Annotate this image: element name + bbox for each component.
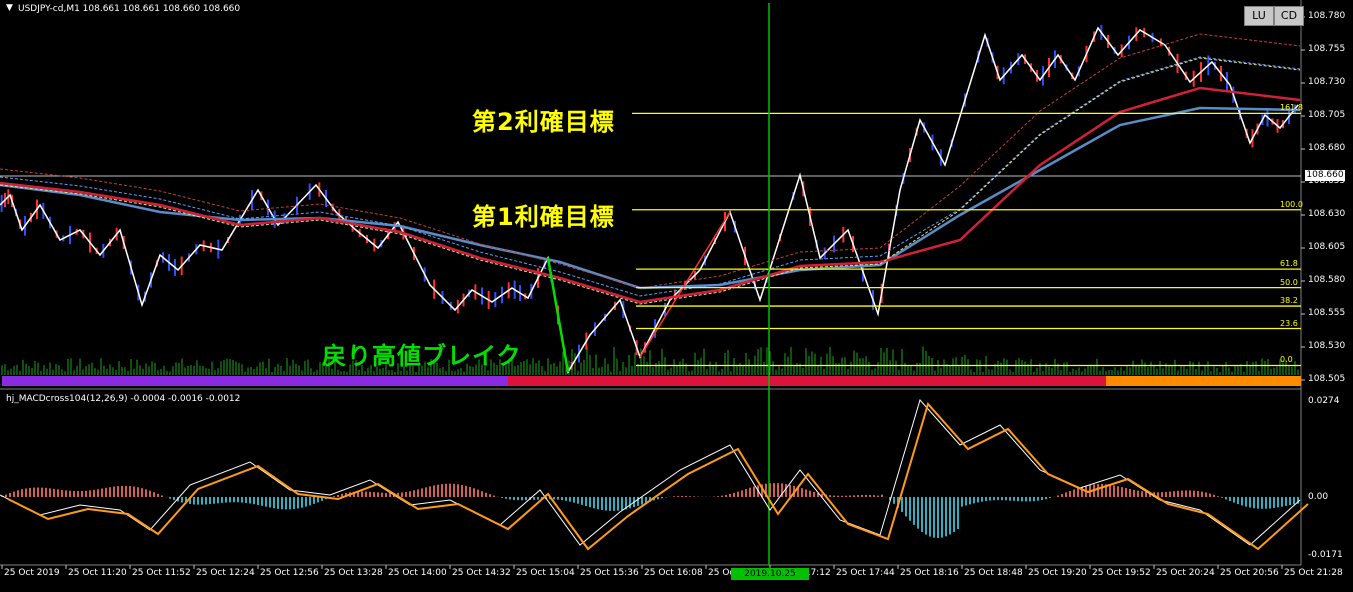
indicator-axis-label: 0.00 — [1308, 492, 1329, 502]
time-axis-label: 25 Oct 15:04 — [516, 568, 575, 578]
fib-level-label: 161.8 — [1280, 103, 1303, 113]
chart-menu-triangle-icon[interactable]: ▼ — [6, 3, 13, 13]
time-axis-label: 25 Oct 12:24 — [196, 568, 255, 578]
fib-level-label: 0.0 — [1280, 355, 1293, 365]
time-axis-label: 25 Oct 16:08 — [644, 568, 703, 578]
current-price-badge: 108.660 — [1305, 170, 1345, 181]
break-annotation: 戻り高値ブレイク — [322, 342, 522, 370]
price-axis-label: 108.555 — [1308, 308, 1346, 318]
moving-average-red — [0, 86, 1301, 304]
time-axis-label: 25 Oct 17:44 — [836, 568, 895, 578]
indicator-axis-label: -0.0171 — [1308, 550, 1343, 560]
time-axis-label: 25 Oct 13:28 — [324, 568, 383, 578]
price-axis-label: 108.780 — [1308, 11, 1346, 21]
session-bar-segment — [2, 376, 508, 386]
indicator-axis-label: 0.0274 — [1308, 396, 1340, 406]
session-bar-segment — [508, 376, 1106, 386]
time-axis-label: 25 Oct 2019 — [4, 568, 60, 578]
price-axis-label: 108.680 — [1308, 143, 1346, 153]
time-axis-label: 25 Oct 19:52 — [1092, 568, 1151, 578]
moving-average-blue — [0, 106, 1301, 290]
time-axis-label: 25 Oct 20:24 — [1156, 568, 1215, 578]
time-axis-label: 25 Oct 18:16 — [900, 568, 959, 578]
fib-level-label: 61.8 — [1280, 259, 1298, 269]
break-line — [546, 257, 570, 373]
target1-annotation: 第1利確目標 — [472, 203, 615, 231]
price-chart-canvas[interactable] — [0, 0, 1353, 587]
time-axis-label: 25 Oct 14:32 — [452, 568, 511, 578]
fib-level-label: 100.0 — [1280, 199, 1303, 209]
price-axis-label: 108.530 — [1308, 341, 1346, 351]
symbol-info: USDJPY-cd,M1 108.661 108.661 108.660 108… — [18, 4, 241, 14]
time-axis-label: 25 Oct 19:20 — [1028, 568, 1087, 578]
price-axis-label: 108.730 — [1308, 77, 1346, 87]
trading-chart-window[interactable]: ▼ USDJPY-cd,M1 108.661 108.661 108.660 1… — [0, 0, 1353, 591]
time-axis-label: 25 Oct 18:48 — [964, 568, 1023, 578]
fib-level-label: 38.2 — [1280, 296, 1298, 306]
time-axis-label: 25 Oct 21:28 — [1284, 568, 1343, 578]
time-axis-label: 25 Oct 14:00 — [388, 568, 447, 578]
time-axis-label: 25 Oct 11:52 — [132, 568, 191, 578]
indicator-title: hj_MACDcross104(12,26,9) -0.0004 -0.0016… — [6, 394, 241, 404]
time-axis-label: 25 Oct 12:56 — [260, 568, 319, 578]
price-axis-label: 108.755 — [1308, 44, 1346, 54]
price-axis-label: 108.605 — [1308, 242, 1346, 252]
crosshair-time-badge: 2019.10.25 17:12 — [731, 568, 809, 591]
fib-level-label: 23.6 — [1280, 318, 1298, 328]
session-bar-segment — [1106, 376, 1301, 386]
time-axis-label: 25 Oct 20:56 — [1220, 568, 1279, 578]
time-axis-label: 25 Oct 11:20 — [68, 568, 127, 578]
cd-button[interactable]: CD — [1274, 6, 1304, 26]
time-axis-label: 25 Oct 15:36 — [580, 568, 639, 578]
price-axis-label: 108.630 — [1308, 209, 1346, 219]
lu-button[interactable]: LU — [1244, 6, 1274, 26]
price-axis-label: 108.505 — [1308, 374, 1346, 384]
price-axis-label: 108.580 — [1308, 275, 1346, 285]
macd-signal-line — [7, 401, 1309, 551]
macd-line — [0, 398, 1301, 546]
moving-average-dashed — [0, 57, 1301, 305]
price-axis-label: 108.705 — [1308, 110, 1346, 120]
fib-level-label: 50.0 — [1280, 277, 1298, 287]
target2-annotation: 第2利確目標 — [472, 108, 615, 136]
